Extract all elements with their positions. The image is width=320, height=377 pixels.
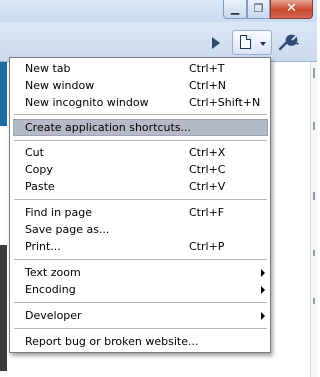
- menu-item-label: Developer: [25, 309, 82, 322]
- menu-item-label: Copy: [25, 163, 53, 176]
- submenu-arrow-icon: [261, 312, 265, 320]
- minimize-button[interactable]: ▁: [223, 0, 247, 19]
- submenu-arrow-icon: [261, 286, 265, 294]
- menu-item-label: Report bug or broken website...: [25, 335, 199, 348]
- menu-separator: [14, 114, 267, 116]
- toolbar: [0, 22, 317, 62]
- menu-item-find-in-page[interactable]: Find in page Ctrl+F: [13, 204, 268, 221]
- minimize-icon: ▁: [230, 2, 240, 15]
- wrench-icon: [278, 34, 299, 51]
- page-icon: [240, 35, 251, 49]
- page-menu-button[interactable]: [232, 30, 272, 55]
- title-bar: ▁ ❐ ✕: [0, 0, 317, 22]
- close-icon: ✕: [286, 1, 297, 16]
- menu-item-new-incognito-window[interactable]: New incognito window Ctrl+Shift+N: [13, 94, 268, 111]
- menu-item-label: Find in page: [25, 206, 93, 219]
- menu-item-shortcut: Ctrl+Shift+N: [189, 96, 261, 109]
- go-arrow-icon[interactable]: [212, 37, 220, 49]
- menu-item-label: Cut: [25, 146, 44, 159]
- page-menu: New tab Ctrl+T New window Ctrl+N New inc…: [9, 57, 271, 353]
- menu-item-shortcut: Ctrl+C: [189, 163, 226, 176]
- menu-item-label: New incognito window: [25, 96, 149, 109]
- submenu-arrow-icon: [261, 269, 265, 277]
- menu-item-shortcut: Ctrl+T: [189, 62, 225, 75]
- menu-item-cut[interactable]: Cut Ctrl+X: [13, 144, 268, 161]
- menu-item-shortcut: Ctrl+F: [189, 206, 225, 219]
- menu-separator: [14, 199, 267, 201]
- restore-icon: ❐: [253, 2, 264, 15]
- menu-item-shortcut: Ctrl+X: [189, 146, 226, 159]
- menu-item-label: Paste: [25, 180, 55, 193]
- menu-item-new-tab[interactable]: New tab Ctrl+T: [13, 60, 268, 77]
- menu-item-save-page-as[interactable]: Save page as...: [13, 221, 268, 238]
- menu-separator: [14, 328, 267, 330]
- wrench-menu-button[interactable]: [278, 32, 302, 52]
- menu-item-text-zoom[interactable]: Text zoom: [13, 264, 268, 281]
- menu-item-label: Print...: [25, 240, 61, 253]
- menu-item-label: Text zoom: [25, 266, 81, 279]
- menu-item-print[interactable]: Print... Ctrl+P: [13, 238, 268, 255]
- menu-item-paste[interactable]: Paste Ctrl+V: [13, 178, 268, 195]
- menu-item-shortcut: Ctrl+P: [189, 240, 225, 253]
- menu-item-label: Create application shortcuts...: [25, 121, 192, 134]
- menu-separator: [14, 140, 267, 142]
- menu-item-label: Encoding: [25, 283, 76, 296]
- menu-item-encoding[interactable]: Encoding: [13, 281, 268, 298]
- menu-item-copy[interactable]: Copy Ctrl+C: [13, 161, 268, 178]
- restore-button[interactable]: ❐: [247, 0, 270, 19]
- scrollbar[interactable]: [310, 62, 317, 377]
- menu-item-developer[interactable]: Developer: [13, 307, 268, 324]
- menu-item-shortcut: Ctrl+V: [189, 180, 226, 193]
- close-button[interactable]: ✕: [270, 0, 313, 19]
- menu-item-label: New tab: [25, 62, 71, 75]
- menu-item-new-window[interactable]: New window Ctrl+N: [13, 77, 268, 94]
- menu-item-label: Save page as...: [25, 223, 110, 236]
- menu-item-shortcut: Ctrl+N: [189, 79, 227, 92]
- content-dark-strip: [0, 245, 7, 371]
- menu-separator: [14, 302, 267, 304]
- menu-item-create-application-shortcuts[interactable]: Create application shortcuts...: [13, 119, 268, 136]
- menu-item-label: New window: [25, 79, 95, 92]
- chevron-down-icon: [260, 42, 266, 46]
- content-sidebar-strip: [0, 62, 7, 126]
- menu-separator: [14, 259, 267, 261]
- menu-item-report-bug[interactable]: Report bug or broken website...: [13, 333, 268, 350]
